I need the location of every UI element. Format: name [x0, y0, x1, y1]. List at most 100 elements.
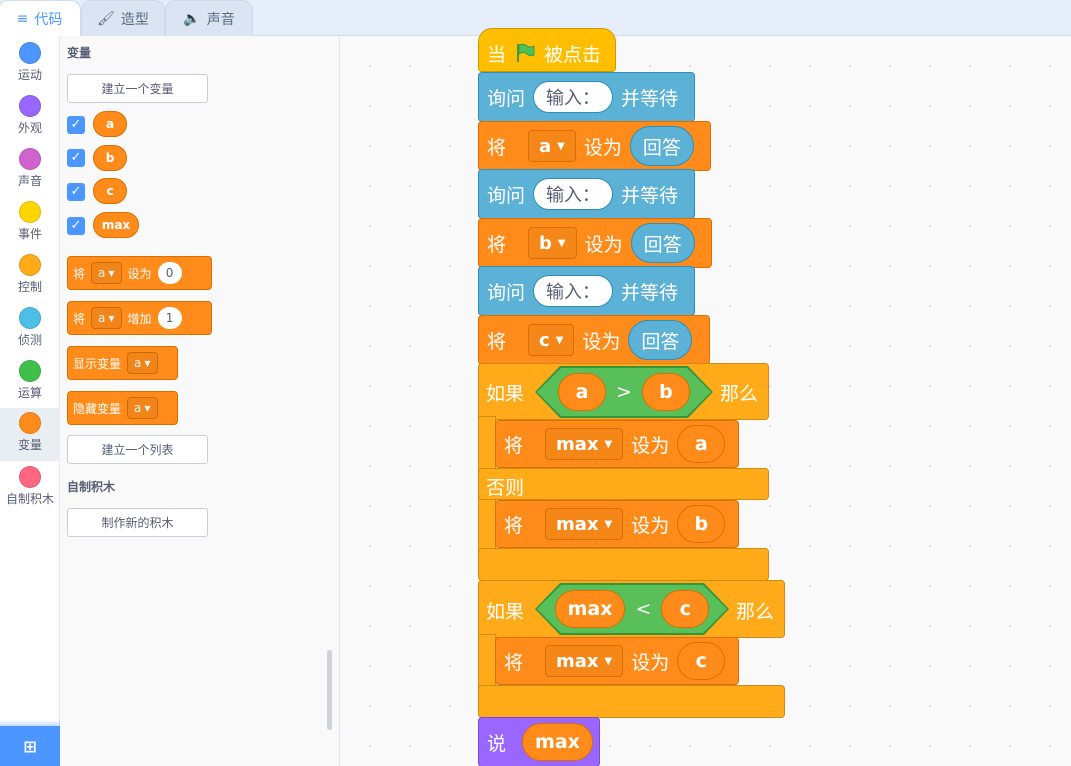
variable-c-reporter[interactable]: c — [677, 642, 726, 680]
ask-input[interactable]: 输入： — [533, 275, 614, 307]
category-operators[interactable]: 运算 — [0, 356, 60, 409]
block-text: 说 — [487, 732, 507, 755]
variable-dropdown[interactable]: max ▼ — [545, 645, 624, 677]
tab-costumes[interactable]: 🖌 造型 — [81, 0, 165, 36]
category-label: 控制 — [17, 280, 42, 294]
variable-c-reporter[interactable]: c — [93, 178, 127, 204]
add-extension-button[interactable]: ⊞ — [0, 720, 60, 766]
category-events[interactable]: 事件 — [0, 197, 60, 250]
variable-dropdown[interactable]: a ▼ — [127, 397, 158, 419]
variable-dropdown[interactable]: c ▼ — [528, 324, 575, 356]
variable-b-reporter[interactable]: b — [642, 373, 690, 411]
set-variable-block[interactable]: 将 b ▼ 设为 回答 — [478, 218, 712, 268]
variable-dropdown[interactable]: a ▼ — [528, 130, 576, 162]
variable-a-reporter[interactable]: a — [93, 111, 127, 137]
palette-set-variable-block[interactable]: 将 a ▼ 设为 0 — [67, 256, 212, 290]
variable-b-checkbox[interactable]: ✓ — [67, 149, 85, 167]
category-sound[interactable]: 声音 — [0, 144, 60, 197]
category-label: 事件 — [17, 227, 42, 241]
tab-code[interactable]: ≡ 代码 — [0, 0, 81, 37]
dropdown-arrow-icon: ▼ — [557, 140, 565, 152]
variable-dropdown[interactable]: a ▼ — [127, 352, 158, 374]
then-label: 那么 — [720, 383, 759, 405]
variable-dropdown[interactable]: a ▼ — [91, 307, 122, 329]
greater-than-operator[interactable]: a > b — [537, 368, 711, 416]
category-variables[interactable]: 变量 — [0, 408, 60, 461]
variable-a-reporter[interactable]: a — [558, 373, 606, 411]
block-verb: 将 — [73, 266, 86, 281]
palette-hide-variable-block[interactable]: 隐藏变量 a ▼ — [67, 391, 178, 425]
make-list-button[interactable]: 建立一个列表 — [67, 435, 208, 464]
variable-max-checkbox[interactable]: ✓ — [67, 217, 85, 235]
block-text: 并等待 — [621, 281, 679, 304]
answer-reporter[interactable]: 回答 — [628, 320, 693, 360]
block-text: 将 — [487, 136, 507, 159]
tab-sounds-label: 声音 — [206, 11, 235, 28]
if-footer — [478, 685, 785, 718]
variable-c-reporter[interactable]: c — [661, 590, 709, 628]
block-text: 询问 — [487, 184, 526, 207]
make-variable-button[interactable]: 建立一个变量 — [67, 74, 208, 103]
set-variable-block[interactable]: 将 a ▼ 设为 回答 — [478, 121, 711, 171]
variable-max-reporter[interactable]: max — [555, 590, 626, 628]
ask-input[interactable]: 输入： — [533, 178, 614, 210]
block-text: 设为 — [631, 651, 670, 674]
value-input[interactable]: 0 — [157, 262, 182, 284]
dropdown-arrow-icon: ▼ — [555, 334, 564, 346]
set-variable-block[interactable]: 将 max ▼ 设为 a — [495, 420, 739, 468]
variable-a-checkbox[interactable]: ✓ — [67, 116, 85, 134]
ask-input[interactable]: 输入： — [533, 81, 614, 113]
category-label: 外观 — [17, 121, 42, 135]
category-sensing[interactable]: 侦测 — [0, 303, 60, 356]
block-text: 将 — [487, 233, 507, 256]
brush-icon: 🖌 — [97, 10, 115, 27]
answer-reporter[interactable]: 回答 — [630, 223, 695, 263]
less-than-operator[interactable]: max < c — [537, 585, 727, 633]
category-control[interactable]: 控制 — [0, 250, 60, 303]
category-motion[interactable]: 运动 — [0, 38, 60, 91]
category-looks[interactable]: 外观 — [0, 91, 60, 144]
palette-show-variable-block[interactable]: 显示变量 a ▼ — [67, 346, 178, 380]
dropdown-value: a — [539, 135, 552, 157]
script-workspace[interactable]: 当 被点击 询问 输入： 并等待 将 a ▼ 设为 回答 询问 输入： 并等待 将… — [340, 28, 1071, 766]
say-block[interactable]: 说 max — [478, 717, 600, 766]
when-flag-clicked-block[interactable]: 当 被点击 — [478, 28, 616, 72]
category-my-blocks[interactable]: 自制积木 — [0, 462, 60, 515]
add-extension-icon: ⊞ — [23, 736, 37, 756]
block-text: 将 — [504, 651, 524, 674]
dropdown-value: a — [98, 311, 106, 325]
block-text: 被点击 — [544, 43, 602, 66]
sound-dot-icon — [19, 148, 41, 170]
block-text: 将 — [504, 514, 524, 537]
variable-dropdown[interactable]: max ▼ — [545, 428, 624, 460]
make-block-button[interactable]: 制作新的积木 — [67, 508, 208, 537]
variable-dropdown[interactable]: max ▼ — [545, 508, 624, 540]
variable-dropdown[interactable]: b ▼ — [528, 227, 577, 259]
tab-sounds[interactable]: 🔈 声音 — [165, 0, 253, 36]
palette-change-variable-block[interactable]: 将 a ▼ 增加 1 — [67, 301, 212, 335]
palette-scrollbar[interactable] — [327, 650, 332, 730]
palette-section-my-blocks: 自制积木 — [67, 480, 116, 494]
variable-max-reporter[interactable]: max — [93, 212, 139, 238]
set-variable-block[interactable]: 将 max ▼ 设为 b — [495, 500, 739, 548]
value-input[interactable]: 1 — [157, 307, 182, 329]
variable-b-reporter[interactable]: b — [677, 505, 726, 543]
variable-a-reporter[interactable]: a — [677, 425, 726, 463]
ask-and-wait-block[interactable]: 询问 输入： 并等待 — [478, 72, 695, 122]
block-text: 将 — [504, 434, 524, 457]
category-menu: 运动 外观 声音 事件 控制 侦测 运算 变量 自制积木 — [0, 36, 60, 766]
block-op: 增加 — [127, 311, 152, 326]
set-variable-block[interactable]: 将 c ▼ 设为 回答 — [478, 315, 710, 365]
variable-dropdown[interactable]: a ▼ — [91, 262, 122, 284]
ask-and-wait-block[interactable]: 询问 输入： 并等待 — [478, 169, 695, 219]
category-label: 变量 — [17, 438, 42, 452]
ask-and-wait-block[interactable]: 询问 输入： 并等待 — [478, 266, 695, 316]
answer-reporter[interactable]: 回答 — [629, 126, 694, 166]
variable-b-reporter[interactable]: b — [93, 145, 127, 171]
block-label: 隐藏变量 — [73, 401, 122, 416]
block-text: 询问 — [487, 87, 526, 110]
variable-c-checkbox[interactable]: ✓ — [67, 183, 85, 201]
variable-max-reporter[interactable]: max — [522, 723, 593, 761]
set-variable-block[interactable]: 将 max ▼ 设为 c — [495, 637, 739, 685]
code-icon: ≡ — [16, 11, 29, 27]
